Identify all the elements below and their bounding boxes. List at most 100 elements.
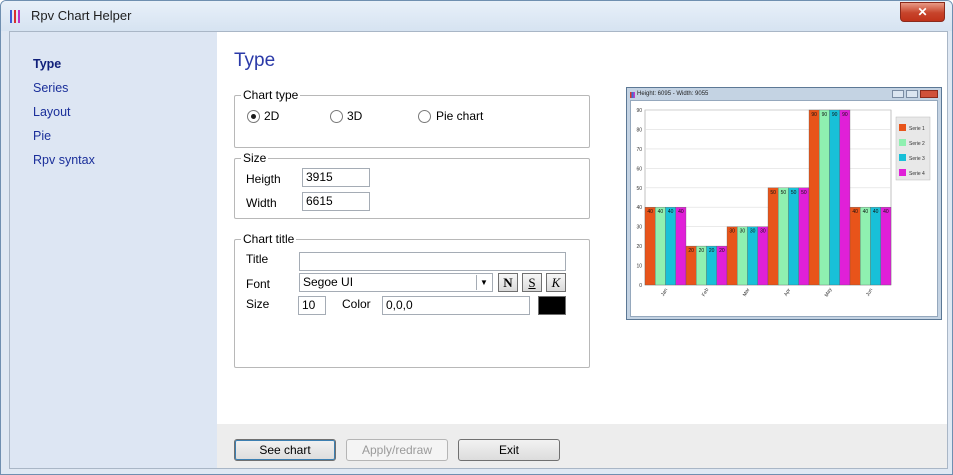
underline-button[interactable]: S	[522, 273, 542, 292]
data-label: 40	[863, 209, 869, 215]
height-input[interactable]: 3915	[302, 168, 370, 187]
chart-type-legend: Chart type	[243, 88, 299, 102]
see-chart-button[interactable]: See chart	[234, 439, 336, 461]
data-label: 40	[852, 209, 858, 215]
preview-minimize-icon[interactable]	[892, 90, 904, 98]
font-size-input[interactable]: 10	[298, 296, 326, 315]
bar	[778, 187, 789, 286]
y-tick-label: 10	[636, 264, 642, 270]
chart-title-input[interactable]	[299, 252, 566, 271]
chart-type-group: Chart type	[234, 88, 590, 148]
bar	[839, 109, 851, 286]
chart-title-legend: Chart title	[243, 232, 295, 246]
apply-redraw-button[interactable]: Apply/redraw	[346, 439, 448, 461]
x-tick-label: Mar	[742, 287, 752, 298]
color-input[interactable]: 0,0,0	[382, 296, 530, 315]
preview-close-icon[interactable]	[920, 90, 938, 98]
data-label: 90	[811, 112, 817, 118]
chevron-down-icon[interactable]: ▼	[476, 275, 491, 290]
bar	[644, 207, 656, 286]
size-legend: Size	[243, 151, 267, 165]
bar	[829, 109, 840, 286]
bar	[726, 226, 738, 286]
color-label: Color	[342, 297, 371, 311]
color-swatch[interactable]	[538, 296, 566, 315]
y-tick-label: 40	[636, 205, 642, 211]
radio-2d[interactable]	[247, 110, 260, 123]
preview-maximize-icon[interactable]	[906, 90, 918, 98]
legend-swatch	[899, 154, 906, 161]
bar	[747, 226, 758, 286]
x-tick-label: Jun	[865, 287, 874, 297]
radio-3d-label[interactable]: 3D	[347, 109, 362, 123]
sidebar-item-series[interactable]: Series	[33, 81, 68, 95]
bar	[880, 207, 892, 286]
bar	[849, 207, 861, 286]
data-label: 40	[647, 209, 653, 215]
bar	[665, 207, 676, 286]
y-tick-label: 20	[636, 244, 642, 250]
preview-app-icon	[630, 92, 635, 98]
exit-button[interactable]: Exit	[458, 439, 560, 461]
data-label: 40	[883, 209, 889, 215]
radio-2d-label[interactable]: 2D	[264, 109, 279, 123]
radio-pie-chart[interactable]	[418, 110, 431, 123]
legend-label: Serie 3	[909, 156, 925, 162]
chart-preview-window[interactable]: Height: 6095 - Width: 9055 0 10 20 30 40 50 60…	[626, 87, 942, 320]
size-group: Size	[234, 151, 590, 219]
legend-label: Serie 4	[909, 171, 925, 177]
data-label: 20	[699, 248, 705, 254]
data-label: 90	[832, 112, 838, 118]
font-select[interactable]: Segoe UI ▼	[299, 273, 493, 292]
page-title: Type	[234, 50, 276, 71]
close-icon[interactable]: ✕	[900, 2, 945, 22]
title-bar[interactable]: Rpv Chart Helper ✕	[1, 1, 952, 31]
bar	[767, 187, 779, 286]
data-label: 40	[658, 209, 664, 215]
data-label: 30	[729, 229, 735, 235]
font-select-value: Segoe UI	[303, 275, 354, 289]
bar	[808, 109, 820, 286]
data-label: 20	[688, 248, 694, 254]
data-label: 50	[801, 190, 807, 196]
width-label: Width	[246, 196, 277, 210]
y-tick-label: 70	[636, 147, 642, 153]
sidebar-item-type[interactable]: Type	[33, 57, 61, 71]
y-tick-label: 50	[636, 186, 642, 192]
data-label: 90	[822, 112, 828, 118]
title-label: Title	[246, 252, 269, 266]
font-size-label: Size	[246, 297, 270, 311]
italic-button[interactable]: K	[546, 273, 566, 292]
app-window: Rpv Chart Helper ✕ Type Series Layout Pi…	[0, 0, 953, 475]
bar	[788, 187, 799, 286]
data-label: 30	[750, 229, 756, 235]
data-label: 30	[740, 229, 746, 235]
bar	[757, 226, 769, 286]
x-tick-label: Jan	[660, 287, 669, 297]
y-tick-label: 0	[639, 283, 642, 289]
legend-swatch	[899, 169, 906, 176]
client-area: Type Series Layout Pie Rpv syntax Type C…	[9, 31, 948, 469]
data-label: 40	[668, 209, 674, 215]
width-input[interactable]: 6615	[302, 192, 370, 211]
radio-pie-chart-label[interactable]: Pie chart	[436, 109, 483, 123]
data-label: 50	[781, 190, 787, 196]
bar	[655, 207, 666, 286]
preview-chart-area: 0 10 20 30 40 50 60 70 80 90 40 40 40 40 Jan 20 20 20 20 Fe…	[630, 100, 938, 317]
bold-button[interactable]: N	[498, 273, 518, 292]
y-tick-label: 60	[636, 166, 642, 172]
y-tick-label: 90	[636, 108, 642, 114]
bar	[819, 109, 830, 286]
bar	[860, 207, 871, 286]
sidebar-item-pie[interactable]: Pie	[33, 129, 51, 143]
preview-title: Height: 6095 - Width: 9055	[637, 91, 709, 97]
sidebar-item-rpv-syntax[interactable]: Rpv syntax	[33, 153, 95, 167]
radio-3d[interactable]	[330, 110, 343, 123]
sidebar-item-layout[interactable]: Layout	[33, 105, 71, 119]
data-label: 50	[770, 190, 776, 196]
data-label: 50	[791, 190, 797, 196]
data-label: 20	[719, 248, 725, 254]
legend-swatch	[899, 139, 906, 146]
y-tick-label: 30	[636, 225, 642, 231]
x-tick-label: Feb	[701, 287, 711, 298]
